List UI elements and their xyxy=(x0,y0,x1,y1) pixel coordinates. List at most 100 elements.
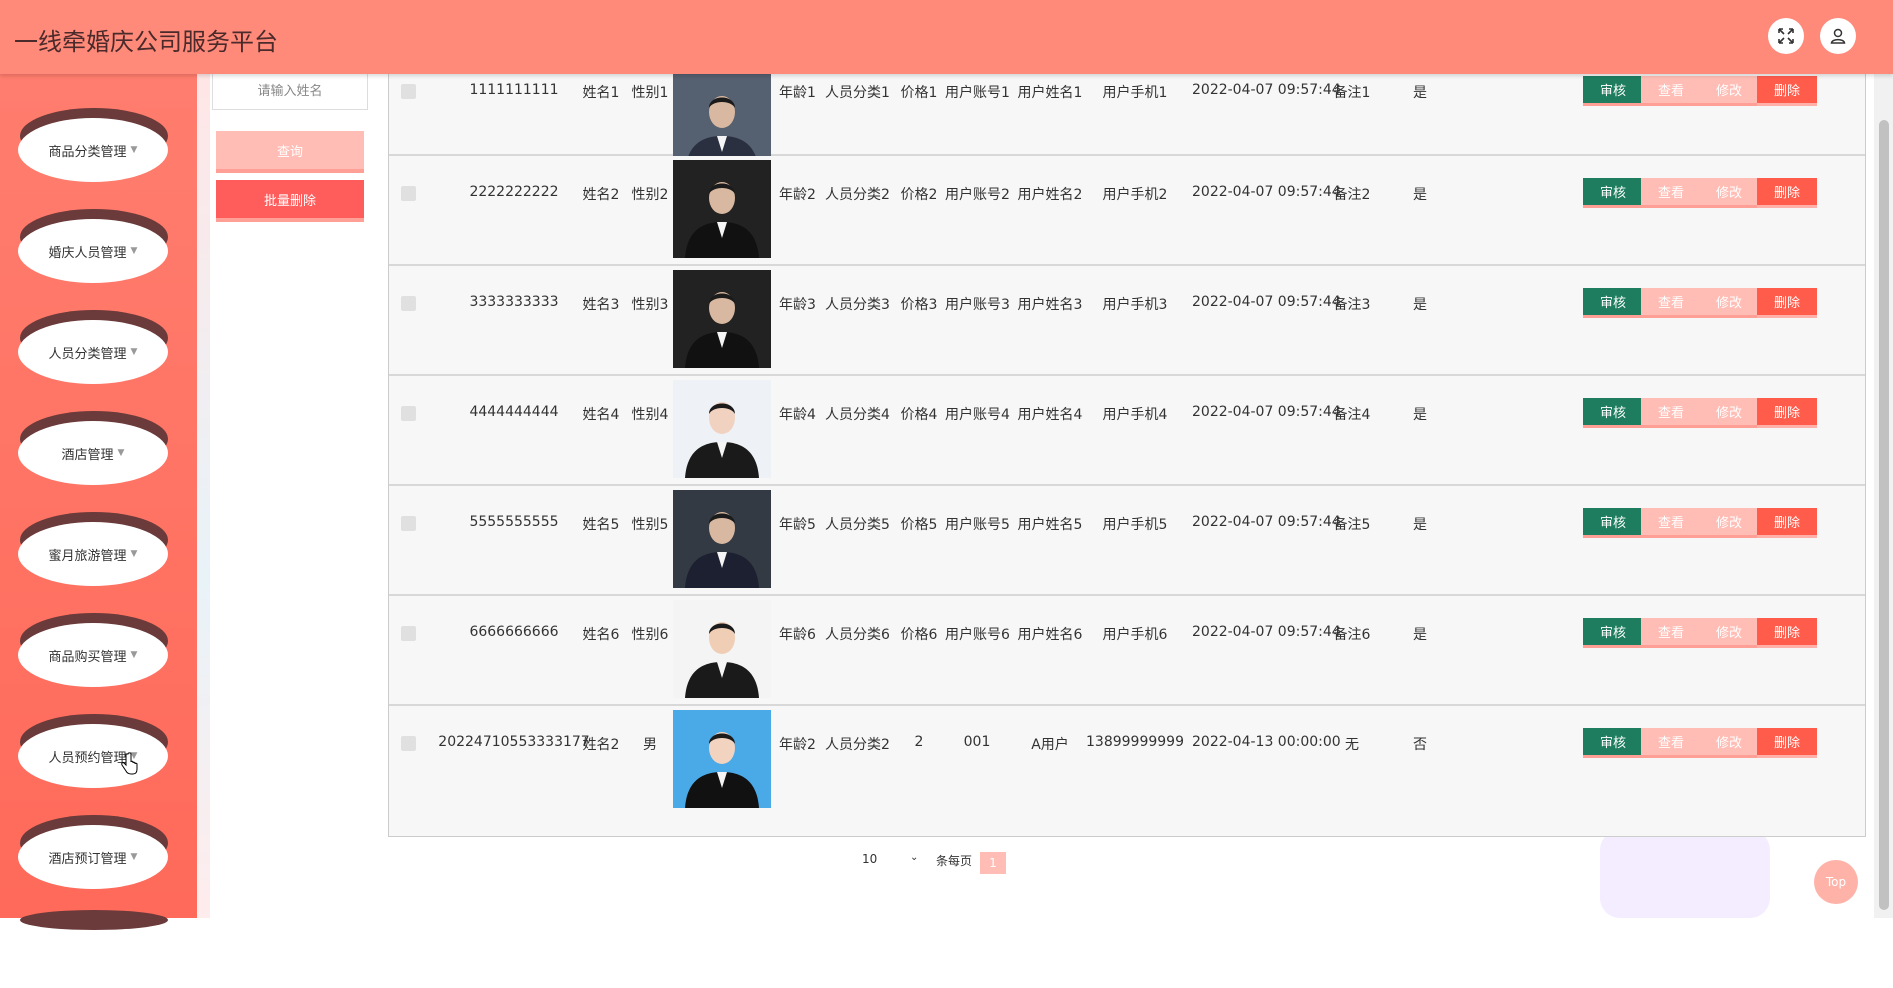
batch-delete-button[interactable]: 批量删除 xyxy=(216,180,364,222)
cell-username: 用户姓名1 xyxy=(1017,85,1083,101)
cell-note: 备注2 xyxy=(1333,187,1371,203)
background-decoration xyxy=(1600,830,1770,918)
cell-flag: 否 xyxy=(1413,737,1427,753)
sidebar-item-product-purchase[interactable]: 商品购买管理 ▼ xyxy=(18,613,168,691)
delete-button[interactable]: 删除 xyxy=(1757,398,1817,428)
caret-down-icon: ▼ xyxy=(130,246,138,256)
cell-username: 用户姓名3 xyxy=(1017,297,1083,313)
cell-account: 用户账号6 xyxy=(945,627,1010,643)
person-photo xyxy=(673,490,771,588)
page-number-button[interactable]: 1 xyxy=(980,852,1006,874)
cell-age: 年龄2 xyxy=(779,187,816,203)
delete-button[interactable]: 删除 xyxy=(1757,288,1817,318)
cell-note: 备注4 xyxy=(1333,407,1371,423)
sidebar-item-label: 蜜月旅游管理 xyxy=(48,548,127,564)
audit-button[interactable]: 审核 xyxy=(1583,508,1643,538)
cell-phone: 用户手机1 xyxy=(1102,85,1168,101)
sidebar-item-wedding-staff[interactable]: 婚庆人员管理 ▼ xyxy=(18,209,168,287)
caret-down-icon: ▼ xyxy=(130,549,138,559)
view-button[interactable]: 查看 xyxy=(1641,76,1701,106)
sidebar-item-label: 婚庆人员管理 xyxy=(48,245,127,261)
edit-button[interactable]: 修改 xyxy=(1699,508,1759,538)
row-checkbox[interactable] xyxy=(401,84,416,99)
edit-button[interactable]: 修改 xyxy=(1699,618,1759,648)
sidebar-item-hotel-booking[interactable]: 酒店预订管理 ▼ xyxy=(18,815,168,893)
edit-button[interactable]: 修改 xyxy=(1699,76,1759,106)
sidebar-item-honeymoon[interactable]: 蜜月旅游管理 ▼ xyxy=(18,512,168,590)
view-button[interactable]: 查看 xyxy=(1641,508,1701,538)
audit-button[interactable]: 审核 xyxy=(1583,178,1643,208)
row-checkbox[interactable] xyxy=(401,626,416,641)
edit-button[interactable]: 修改 xyxy=(1699,288,1759,318)
cell-gender: 男 xyxy=(643,737,657,753)
audit-button[interactable]: 审核 xyxy=(1583,76,1643,106)
cell-note: 备注5 xyxy=(1333,517,1371,533)
page-size-select[interactable]: 10 ⌄ xyxy=(862,852,922,866)
table-row: 3333333333 姓名3 性别3 年龄3 人员分类3 价格3 用户账号3 用户姓名3 用户手… xyxy=(389,266,1865,376)
delete-button[interactable]: 删除 xyxy=(1757,618,1817,648)
cell-age: 年龄5 xyxy=(779,517,816,533)
sidebar-item-label: 人员预约管理 xyxy=(48,750,127,766)
cell-username: 用户姓名2 xyxy=(1017,187,1083,203)
back-to-top-button[interactable]: Top xyxy=(1814,860,1858,904)
view-button[interactable]: 查看 xyxy=(1641,618,1701,648)
cell-phone: 用户手机3 xyxy=(1102,297,1168,313)
audit-button[interactable]: 审核 xyxy=(1583,618,1643,648)
sidebar-item-label: 酒店管理 xyxy=(61,447,114,463)
cell-price: 价格4 xyxy=(900,407,938,423)
table-row: 2222222222 姓名2 性别2 年龄2 人员分类2 价格2 用户账号2 用户姓名2 用户手… xyxy=(389,156,1865,266)
audit-button[interactable]: 审核 xyxy=(1583,728,1643,758)
scrollbar-thumb[interactable] xyxy=(1879,120,1889,910)
user-button[interactable] xyxy=(1820,18,1856,54)
edit-button[interactable]: 修改 xyxy=(1699,178,1759,208)
view-button[interactable]: 查看 xyxy=(1641,288,1701,318)
row-checkbox[interactable] xyxy=(401,736,416,751)
view-button[interactable]: 查看 xyxy=(1641,398,1701,428)
user-icon xyxy=(1830,28,1846,44)
sidebar-item-hotel[interactable]: 酒店管理 ▼ xyxy=(18,411,168,489)
name-search-input[interactable]: 请输入姓名 xyxy=(212,74,368,110)
cell-note: 备注3 xyxy=(1333,297,1371,313)
row-checkbox[interactable] xyxy=(401,516,416,531)
cell-price: 价格2 xyxy=(900,187,938,203)
cell-category: 人员分类2 xyxy=(825,187,890,203)
cell-note: 备注6 xyxy=(1333,627,1371,643)
fullscreen-button[interactable] xyxy=(1768,18,1804,54)
cell-gender: 性别3 xyxy=(631,297,669,313)
cell-age: 年龄4 xyxy=(779,407,816,423)
delete-button[interactable]: 删除 xyxy=(1757,178,1817,208)
edit-button[interactable]: 修改 xyxy=(1699,728,1759,758)
query-button[interactable]: 查询 xyxy=(216,131,364,173)
view-button[interactable]: 查看 xyxy=(1641,178,1701,208)
view-button[interactable]: 查看 xyxy=(1641,728,1701,758)
cell-account: 用户账号3 xyxy=(945,297,1010,313)
sidebar-item-product-category[interactable]: 商品分类管理 ▼ xyxy=(18,108,168,186)
table-row: 6666666666 姓名6 性别6 年龄6 人员分类6 价格6 用户账号6 用户姓名6 用户手… xyxy=(389,596,1865,706)
row-checkbox[interactable] xyxy=(401,186,416,201)
sidebar-item-label: 商品分类管理 xyxy=(48,144,127,160)
cell-id: 20224710553333177 xyxy=(438,734,590,750)
cell-name: 姓名4 xyxy=(582,407,620,423)
caret-down-icon: ▼ xyxy=(130,852,138,862)
caret-down-icon: ▼ xyxy=(130,145,138,155)
cell-category: 人员分类1 xyxy=(825,85,890,101)
person-photo xyxy=(673,380,771,478)
edit-button[interactable]: 修改 xyxy=(1699,398,1759,428)
sidebar-item-staff-category[interactable]: 人员分类管理 ▼ xyxy=(18,310,168,388)
delete-button[interactable]: 删除 xyxy=(1757,76,1817,106)
cell-flag: 是 xyxy=(1413,407,1427,423)
cell-flag: 是 xyxy=(1413,187,1427,203)
cell-age: 年龄2 xyxy=(779,737,816,753)
cell-gender: 性别1 xyxy=(631,85,669,101)
row-checkbox[interactable] xyxy=(401,296,416,311)
row-checkbox[interactable] xyxy=(401,406,416,421)
cell-note: 备注1 xyxy=(1333,85,1371,101)
person-photo xyxy=(673,600,771,698)
audit-button[interactable]: 审核 xyxy=(1583,288,1643,318)
delete-button[interactable]: 删除 xyxy=(1757,728,1817,758)
delete-button[interactable]: 删除 xyxy=(1757,508,1817,538)
cell-time: 2022-04-07 09:57:44 xyxy=(1192,514,1341,530)
audit-button[interactable]: 审核 xyxy=(1583,398,1643,428)
cell-note: 无 xyxy=(1345,737,1359,753)
sidebar-item-staff-booking[interactable]: 人员预约管理 ▼ xyxy=(18,714,168,792)
